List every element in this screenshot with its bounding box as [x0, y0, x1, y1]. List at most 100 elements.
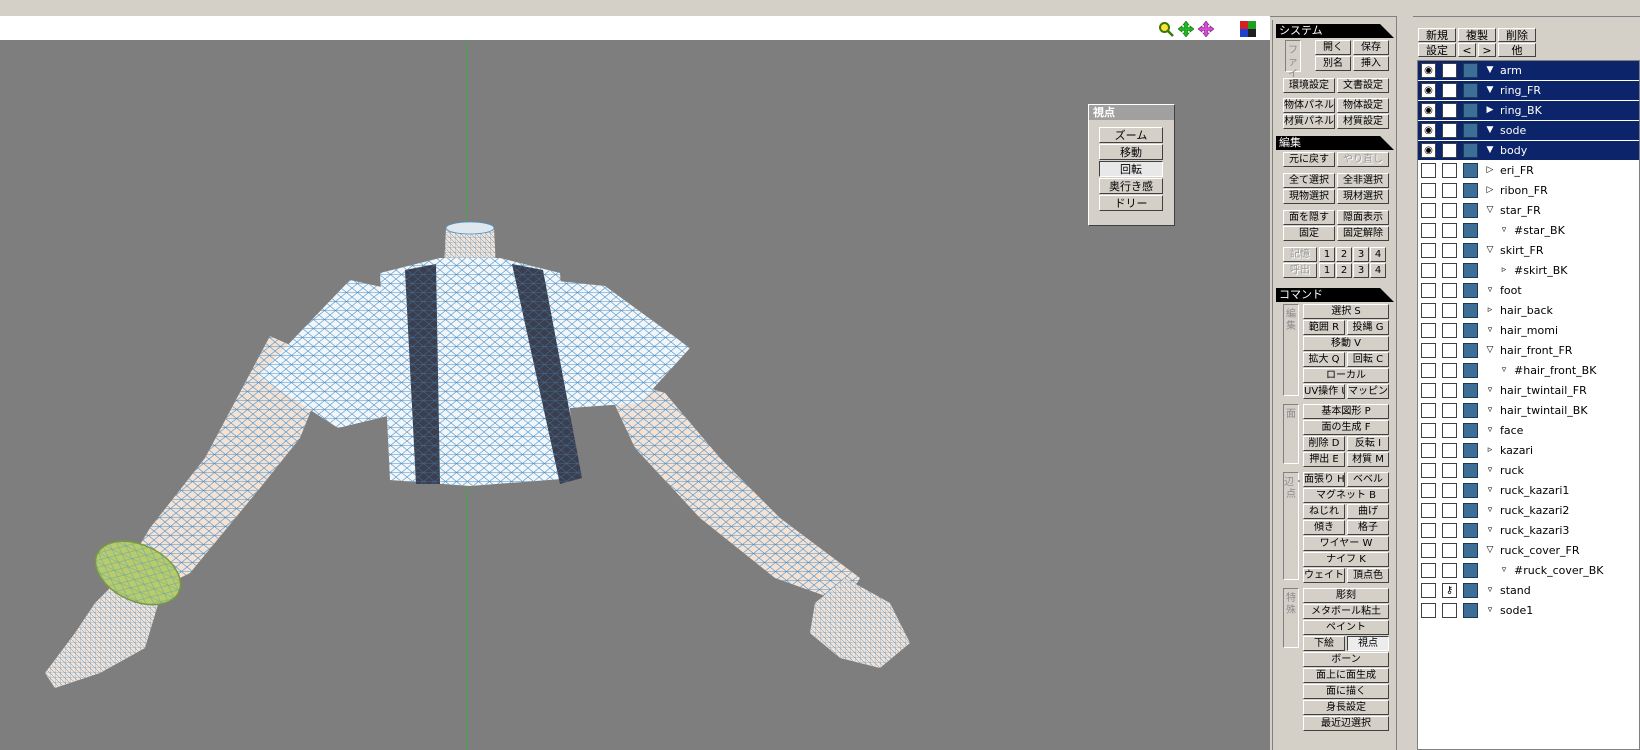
- object-row[interactable]: ◉ ▶ ring_BK: [1418, 101, 1639, 120]
- eye-icon[interactable]: ◉: [1421, 63, 1436, 78]
- expand-arrow-icon[interactable]: ▿: [1498, 224, 1510, 236]
- object-row[interactable]: ▹ #skirt_BK: [1418, 261, 1639, 280]
- recall-slot-3[interactable]: 3: [1353, 263, 1369, 278]
- object-color-swatch[interactable]: [1463, 503, 1478, 518]
- lock-toggle[interactable]: [1442, 223, 1457, 238]
- lock-toggle[interactable]: [1442, 503, 1457, 518]
- object-row[interactable]: ▿ foot: [1418, 281, 1639, 300]
- object-color-swatch[interactable]: [1463, 363, 1478, 378]
- flip-tool-button[interactable]: 反転 I: [1347, 436, 1389, 451]
- wire-tool-button[interactable]: ワイヤー W: [1303, 536, 1389, 551]
- view-zoom-button[interactable]: ズーム: [1099, 127, 1163, 143]
- weight-tool-button[interactable]: ウェイト: [1303, 568, 1345, 583]
- visibility-toggle[interactable]: [1421, 603, 1436, 618]
- object-row[interactable]: ◉ ▼ sode: [1418, 121, 1639, 140]
- deselect-all-button[interactable]: 全非選択: [1337, 173, 1389, 188]
- object-row[interactable]: ▷ ribon_FR: [1418, 181, 1639, 200]
- delete-tool-button[interactable]: 削除 D: [1303, 436, 1345, 451]
- object-row[interactable]: ▽ ruck_cover_FR: [1418, 541, 1639, 560]
- object-row[interactable]: ▿ hair_twintail_BK: [1418, 401, 1639, 420]
- lock-toggle[interactable]: [1442, 283, 1457, 298]
- expand-arrow-icon[interactable]: ▿: [1484, 284, 1496, 296]
- visibility-toggle[interactable]: [1421, 463, 1436, 478]
- object-row[interactable]: ▿ hair_twintail_FR: [1418, 381, 1639, 400]
- expand-arrow-icon[interactable]: ▿: [1484, 424, 1496, 436]
- object-row[interactable]: ▽ star_FR: [1418, 201, 1639, 220]
- object-color-swatch[interactable]: [1463, 103, 1478, 118]
- draw-on-face-tool-button[interactable]: 面に描く: [1303, 684, 1389, 699]
- object-row[interactable]: ▿ sode1: [1418, 601, 1639, 620]
- expand-arrow-icon[interactable]: ▿: [1484, 324, 1496, 336]
- lock-toggle[interactable]: [1442, 423, 1457, 438]
- stretch-tool-button[interactable]: 面張り H: [1303, 472, 1345, 487]
- expand-arrow-icon[interactable]: ▿: [1484, 604, 1496, 616]
- lock-toggle[interactable]: [1442, 143, 1457, 158]
- object-color-swatch[interactable]: [1463, 403, 1478, 418]
- visibility-toggle[interactable]: [1421, 203, 1436, 218]
- expand-arrow-icon[interactable]: ▿: [1484, 404, 1496, 416]
- visibility-toggle[interactable]: [1421, 223, 1436, 238]
- lock-toggle[interactable]: [1442, 123, 1457, 138]
- memory-slot-2[interactable]: 2: [1336, 247, 1352, 262]
- lattice-tool-button[interactable]: 格子: [1347, 520, 1389, 535]
- object-color-swatch[interactable]: [1463, 63, 1478, 78]
- save-button[interactable]: 保存: [1353, 40, 1389, 55]
- eye-icon[interactable]: ◉: [1421, 83, 1436, 98]
- object-color-swatch[interactable]: [1463, 543, 1478, 558]
- lock-toggle[interactable]: [1442, 483, 1457, 498]
- object-row[interactable]: ▿ ruck_kazari1: [1418, 481, 1639, 500]
- object-row[interactable]: ▷ eri_FR: [1418, 161, 1639, 180]
- lock-toggle[interactable]: [1442, 343, 1457, 358]
- memory-slot-4[interactable]: 4: [1370, 247, 1386, 262]
- lock-toggle[interactable]: [1442, 63, 1457, 78]
- eye-icon[interactable]: ◉: [1421, 123, 1436, 138]
- expand-arrow-icon[interactable]: ▹: [1484, 304, 1496, 316]
- magnet-tool-button[interactable]: マグネット B: [1303, 488, 1389, 503]
- object-row[interactable]: ◉ ▼ body: [1418, 141, 1639, 160]
- visibility-toggle[interactable]: [1421, 423, 1436, 438]
- expand-arrow-icon[interactable]: ▽: [1484, 544, 1496, 556]
- bone-tool-button[interactable]: ボーン: [1303, 652, 1389, 667]
- lock-toggle[interactable]: [1442, 163, 1457, 178]
- paint-tool-button[interactable]: ペイント: [1303, 620, 1389, 635]
- expand-arrow-icon[interactable]: ▼: [1484, 64, 1496, 76]
- lock-toggle[interactable]: [1442, 523, 1457, 538]
- insert-button[interactable]: 挿入: [1353, 56, 1389, 71]
- object-row[interactable]: ▿ face: [1418, 421, 1639, 440]
- height-setting-button[interactable]: 身長設定: [1303, 700, 1389, 715]
- view-move-button[interactable]: 移動: [1099, 144, 1163, 160]
- doc-settings-button[interactable]: 文書設定: [1337, 78, 1389, 93]
- expand-arrow-icon[interactable]: ▿: [1484, 464, 1496, 476]
- select-all-button[interactable]: 全て選択: [1283, 173, 1335, 188]
- object-row[interactable]: ▿ #star_BK: [1418, 221, 1639, 240]
- material-settings-button[interactable]: 材質設定: [1337, 114, 1389, 129]
- face-on-face-tool-button[interactable]: 面上に面生成: [1303, 668, 1389, 683]
- lock-toggle[interactable]: [1442, 263, 1457, 278]
- visibility-toggle[interactable]: [1421, 523, 1436, 538]
- view-dolly-button[interactable]: ドリー: [1099, 195, 1163, 211]
- object-color-swatch[interactable]: [1463, 123, 1478, 138]
- lock-icon[interactable]: ⚷: [1442, 583, 1457, 598]
- scale-tool-button[interactable]: 拡大 Q: [1303, 352, 1345, 367]
- mapping-tool-button[interactable]: マッピング: [1347, 384, 1389, 399]
- visibility-toggle[interactable]: [1421, 443, 1436, 458]
- uv-tool-button[interactable]: UV操作 U: [1303, 384, 1345, 399]
- recall-slot-1[interactable]: 1: [1319, 263, 1335, 278]
- other-menu-button[interactable]: 他: [1498, 43, 1536, 57]
- env-settings-button[interactable]: 環境設定: [1283, 78, 1335, 93]
- twist-tool-button[interactable]: ねじれ: [1303, 504, 1345, 519]
- visibility-toggle[interactable]: [1421, 583, 1436, 598]
- object-color-swatch[interactable]: [1463, 323, 1478, 338]
- bend-tool-button[interactable]: 曲げ: [1347, 504, 1389, 519]
- object-color-swatch[interactable]: [1463, 203, 1478, 218]
- memory-slot-1[interactable]: 1: [1319, 247, 1335, 262]
- view-rotate-button[interactable]: 回転: [1099, 161, 1163, 177]
- range-tool-button[interactable]: 範囲 R: [1303, 320, 1345, 335]
- expand-arrow-icon[interactable]: ▷: [1484, 184, 1496, 196]
- memory-slot-3[interactable]: 3: [1353, 247, 1369, 262]
- object-color-swatch[interactable]: [1463, 443, 1478, 458]
- expand-arrow-icon[interactable]: ▿: [1484, 384, 1496, 396]
- viewpoint-tool-button[interactable]: 視点: [1347, 636, 1389, 651]
- visibility-toggle[interactable]: [1421, 483, 1436, 498]
- visibility-toggle[interactable]: [1421, 183, 1436, 198]
